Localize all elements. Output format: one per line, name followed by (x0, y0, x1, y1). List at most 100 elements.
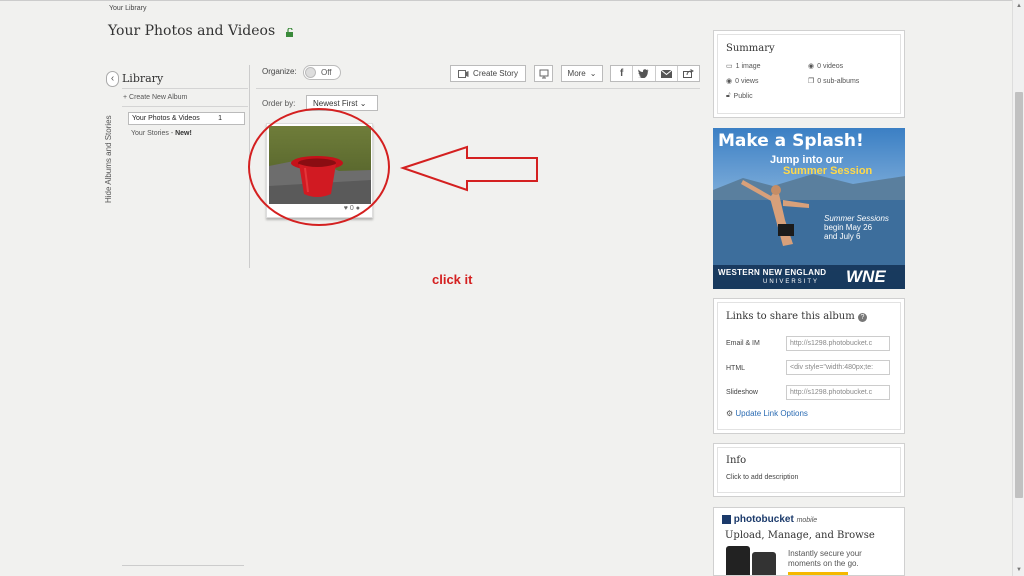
promo-title: Upload, Manage, and Browse (725, 530, 875, 541)
summary-videos: ◉ 0 videos (808, 62, 844, 71)
ad-headline: Make a Splash! (718, 131, 864, 151)
photobucket-logo-icon (722, 514, 731, 524)
slideshow-button[interactable] (534, 65, 553, 82)
annotation-text: click it (432, 272, 473, 287)
heart-icon[interactable]: ♥ (344, 205, 348, 212)
links-title-text: Links to share this album (726, 311, 855, 322)
sidebar-item-stories[interactable]: Your Stories - New! (131, 130, 192, 137)
unlock-icon[interactable] (285, 28, 294, 38)
update-link-label: Update Link Options (735, 409, 808, 418)
like-count: 0 (349, 205, 354, 212)
thumbnail-stats: ♥ 0 ● (344, 205, 360, 212)
sidebar-item-photos-videos[interactable]: Your Photos & Videos 1 (128, 112, 245, 125)
create-story-button[interactable]: Create Story (450, 65, 526, 82)
annotation-arrow (399, 145, 538, 192)
new-badge: New! (175, 130, 192, 137)
share-icon[interactable] (678, 66, 699, 81)
library-title: Library (122, 72, 164, 85)
promo-text: Instantly secure your moments on the go. (788, 549, 862, 568)
divider (122, 106, 248, 107)
ad-logo: WNE (846, 267, 886, 286)
story-icon (458, 69, 469, 78)
ad-body: Summer Sessions begin May 26 and July 6 (824, 214, 902, 241)
photo-red-bucket[interactable] (269, 126, 371, 204)
chevron-down-icon: ⌄ (589, 69, 597, 78)
share-buttons: f (610, 65, 700, 82)
share-links-panel: Links to share this album ? Email & IM h… (713, 298, 905, 434)
comment-icon[interactable]: ● (356, 205, 360, 212)
organize-label: Organize: (262, 67, 297, 76)
organize-toggle[interactable]: Off (303, 65, 341, 80)
facebook-icon[interactable]: f (611, 66, 634, 81)
help-icon[interactable]: ? (857, 313, 867, 322)
ad-body-line: begin May 26 (824, 223, 873, 232)
brand-name: photobucket (733, 514, 794, 525)
ad-body-line: Summer Sessions (824, 214, 889, 223)
phone-image (726, 546, 750, 575)
breadcrumb[interactable]: Your Library (109, 5, 147, 12)
vertical-scrollbar[interactable]: ▲ ▼ (1012, 0, 1024, 576)
more-menu-button[interactable]: More ⌄ (561, 65, 603, 82)
more-label: More (567, 69, 586, 78)
promo-brand: photobucket mobile (722, 514, 817, 525)
email-icon[interactable] (656, 66, 678, 81)
advertisement-banner[interactable]: Make a Splash! Jump into our Summer Sess… (713, 128, 905, 289)
unlock-icon: 🔓︎ (726, 92, 731, 99)
slideshow-link-field[interactable]: http://s1298.photobucket.c (786, 385, 890, 400)
divider (122, 88, 248, 89)
ad-body-line: and July 6 (824, 232, 861, 241)
video-icon: ◉ (808, 63, 815, 70)
videos-count: 0 videos (817, 62, 844, 70)
summary-views: ◉ 0 views (726, 77, 758, 86)
twitter-icon[interactable] (633, 66, 656, 81)
summary-title: Summary (726, 43, 775, 54)
eye-icon: ◉ (726, 78, 733, 85)
sidebar-item-count: 1 (218, 115, 222, 122)
order-by-value: Newest First (313, 99, 358, 108)
ad-sponsor-sub: UNIVERSITY (763, 279, 820, 285)
order-by-select[interactable]: Newest First ⌄ (306, 95, 378, 111)
images-count: 1 image (735, 62, 761, 70)
summary-images: ▭ 1 image (726, 62, 761, 71)
scrollbar-thumb[interactable] (1015, 92, 1023, 498)
ad-sponsor-name: WESTERN NEW ENGLAND (718, 268, 827, 277)
scroll-down-icon[interactable]: ▼ (1015, 566, 1023, 574)
media-thumbnail[interactable]: ♥ 0 ● (266, 123, 373, 218)
subalbums-count: 0 sub-albums (817, 77, 860, 85)
links-title: Links to share this album ? (726, 311, 867, 322)
add-description-link[interactable]: Click to add description (726, 474, 798, 481)
page-title: Your Photos and Videos (108, 23, 276, 39)
slideshow-label: Slideshow (726, 389, 758, 396)
collapse-sidebar-button[interactable]: ‹ (106, 71, 119, 87)
info-panel: Info Click to add description (713, 443, 905, 497)
toggle-knob (305, 67, 316, 78)
scroll-up-icon[interactable]: ▲ (1015, 2, 1023, 10)
slideshow-icon (539, 69, 548, 78)
create-story-label: Create Story (473, 69, 518, 78)
toggle-state: Off (321, 68, 332, 77)
summary-privacy[interactable]: 🔓︎ Public (726, 92, 753, 100)
html-label: HTML (726, 365, 746, 372)
hide-albums-label: Hide Albums and Stories (104, 115, 113, 203)
image-icon: ▭ (726, 63, 733, 70)
email-label: Email & IM (726, 340, 760, 347)
chevron-left-icon: ‹ (110, 73, 115, 84)
panel-border (717, 447, 901, 493)
html-link-field[interactable]: <div style="width:480px;te: (786, 360, 890, 375)
divider (256, 88, 700, 89)
mobile-promo[interactable]: photobucket mobile Upload, Manage, and B… (713, 507, 905, 576)
create-album-link[interactable]: + Create New Album (123, 94, 187, 101)
divider (122, 565, 244, 566)
chevron-down-icon: ⌄ (359, 99, 367, 108)
email-link-field[interactable]: http://s1298.photobucket.c (786, 336, 890, 351)
summary-panel: Summary ▭ 1 image ◉ 0 videos ◉ 0 views ❐ 0 s… (713, 30, 905, 118)
order-by-label: Order by: (262, 99, 296, 108)
stories-label: Your Stories - (131, 130, 176, 137)
hide-albums-toggle[interactable]: Hide Albums and Stories (98, 95, 122, 205)
sidebar-item-label: Your Photos & Videos (132, 115, 200, 122)
albums-icon: ❐ (808, 78, 815, 85)
promo-cta-button[interactable] (788, 572, 848, 575)
update-link-options[interactable]: ⚙ Update Link Options (726, 409, 808, 418)
phone-image (752, 552, 776, 575)
privacy-value: Public (733, 92, 753, 100)
